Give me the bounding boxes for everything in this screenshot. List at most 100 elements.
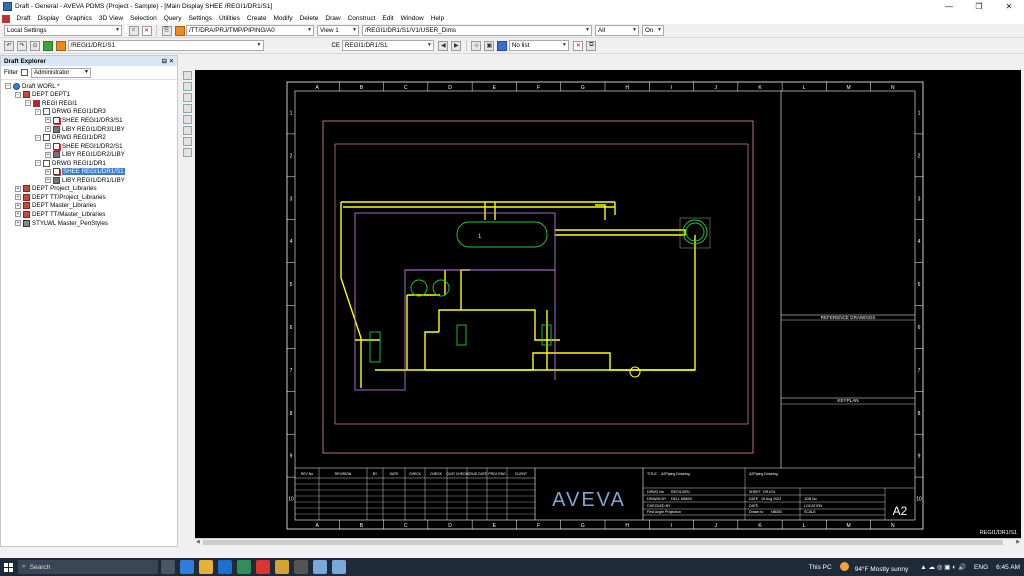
collapse-icon[interactable]: − [25, 100, 31, 107]
grid-icon[interactable] [183, 104, 192, 113]
layer-icon[interactable] [183, 115, 192, 124]
edge-icon[interactable] [179, 560, 194, 574]
menu-graphics[interactable]: Graphics [62, 15, 95, 22]
scroll-left-icon[interactable]: ◀ [196, 539, 200, 545]
dims-combo[interactable]: /REGI1/DR1/S1/V1/USER_Dims ▼ [362, 25, 592, 36]
arrow-right-icon[interactable]: ▶ [451, 40, 462, 51]
menu-settings[interactable]: Settings [185, 15, 216, 22]
aveva-app-icon[interactable] [312, 560, 327, 574]
chrome-icon[interactable] [274, 560, 289, 574]
tree-item[interactable]: − REGI REGI1 [1, 99, 177, 108]
settings-combo[interactable]: Local Settings ▼ [4, 25, 122, 36]
folder-icon[interactable] [174, 25, 185, 36]
filter-checkbox[interactable] [21, 69, 28, 76]
menu-edit[interactable]: Edit [379, 15, 397, 22]
view-combo[interactable]: View 1 ▼ [317, 25, 359, 36]
tree-item[interactable]: + DEPT TT/Project_Libraries [1, 193, 177, 202]
layer-hide-icon[interactable] [183, 148, 192, 157]
redo-icon[interactable]: ↷ [17, 40, 27, 51]
menu-create[interactable]: Create [243, 15, 270, 22]
menu-modify[interactable]: Modify [270, 15, 296, 22]
expand-icon[interactable]: + [45, 151, 51, 158]
path-combo[interactable]: /TT/DRA/PRJ/TMP/PIPING/A0 ▼ [186, 25, 314, 36]
collapse-icon[interactable]: − [35, 160, 41, 167]
mail-icon[interactable] [217, 560, 232, 574]
goto-icon[interactable]: ⊙ [30, 40, 40, 51]
menu-selection[interactable]: Selection [127, 15, 161, 22]
list-tools-icon[interactable]: ⧉ [586, 40, 597, 51]
on-combo[interactable]: On ▼ [642, 25, 664, 36]
tree-item[interactable]: − DEPT DEPT1 [1, 91, 177, 100]
tray-icons[interactable]: ▲ ☁ ◎ ▣ ◐ 🔊 [920, 563, 966, 571]
start-button[interactable] [0, 558, 16, 576]
tree-item[interactable]: + STYLWL Master_PenStyles [1, 219, 177, 228]
tree-item[interactable]: + SHEE REGI1/DR3/S1 [1, 116, 177, 125]
clock[interactable]: 6:45 AM [996, 564, 1020, 571]
collapse-icon[interactable]: − [35, 134, 41, 141]
green-square-icon[interactable] [43, 40, 53, 51]
expand-icon[interactable]: + [15, 185, 21, 192]
list-combo[interactable]: No list ▼ [508, 40, 569, 51]
tree-item[interactable]: + DEPT Master_Libraries [1, 202, 177, 211]
copy-icon[interactable]: ⎘ [161, 25, 172, 36]
menu-display[interactable]: Display [34, 15, 62, 22]
tree-item[interactable]: + SHEE REGI1/DR2/S1 [1, 142, 177, 151]
terminal-icon[interactable] [293, 560, 308, 574]
layer-up-icon[interactable] [183, 126, 192, 135]
expand-icon[interactable]: + [15, 194, 21, 201]
filter-combo[interactable]: Administrator ▼ [31, 67, 91, 78]
menu-construct[interactable]: Construct [344, 15, 379, 22]
layer-down-icon[interactable] [183, 137, 192, 146]
expand-icon[interactable]: + [45, 117, 51, 124]
current-element-combo[interactable]: /REGI1/DR1/S1 ▼ [67, 40, 264, 51]
tree-item[interactable]: − DRWG REGI1/DR3 [1, 108, 177, 117]
binoculars-icon[interactable]: ⌕ [128, 25, 139, 36]
tree-item[interactable]: − DRWG REGI1/DR2 [1, 133, 177, 142]
expand-icon[interactable]: + [45, 143, 51, 150]
menu-draft[interactable]: Draft [13, 15, 34, 22]
orange-square-icon[interactable] [56, 40, 66, 51]
tree-item[interactable]: + LIBY REGI1/DR2/LIBY [1, 150, 177, 159]
menu-window[interactable]: Window [397, 15, 427, 22]
menu-query[interactable]: Query [160, 15, 185, 22]
menu-delete[interactable]: Delete [296, 15, 322, 22]
explorer-pin-close[interactable]: ⊟ ✕ [162, 58, 174, 65]
this-pc-label[interactable]: This PC [809, 564, 832, 571]
horizontal-scrollbar[interactable]: ◀ ▶ [195, 538, 1021, 546]
arrow-left-icon[interactable]: ◀ [438, 40, 449, 51]
save-icon[interactable]: ▣ [484, 40, 495, 51]
weather-widget[interactable]: 94°F Mostly sunny [839, 561, 913, 573]
delete-list-icon[interactable]: ✕ [573, 40, 584, 51]
task-view-icon[interactable] [160, 560, 175, 574]
delete-icon[interactable]: ✕ [141, 25, 152, 36]
menu-3d-view[interactable]: 3D View [95, 15, 126, 22]
expand-icon[interactable]: + [45, 126, 51, 132]
pin-icon[interactable]: ⊹ [471, 40, 482, 51]
scroll-right-icon[interactable]: ▶ [1016, 539, 1020, 545]
pointer-icon[interactable] [183, 71, 192, 80]
grid-icon[interactable] [497, 40, 508, 51]
collapse-icon[interactable]: − [15, 91, 21, 98]
undo-icon[interactable]: ↶ [4, 40, 14, 51]
expand-icon[interactable]: + [15, 220, 21, 227]
tree-item[interactable]: + DEPT Project_Libraries [1, 185, 177, 194]
expand-icon[interactable]: + [45, 177, 51, 184]
app-icon[interactable] [236, 560, 251, 574]
collapse-icon[interactable]: − [5, 83, 11, 90]
menu-help[interactable]: Help [427, 15, 447, 22]
zoom-icon[interactable] [183, 93, 192, 102]
tree-item[interactable]: + DEPT TT/Master_Libraries [1, 210, 177, 219]
pdf-icon[interactable] [255, 560, 270, 574]
maximize-button[interactable]: ❐ [964, 0, 994, 13]
minimize-button[interactable]: — [934, 0, 964, 13]
expand-icon[interactable]: + [15, 202, 21, 209]
tree-item[interactable]: − DRWG REGI1/DR1 [1, 159, 177, 168]
tree-item[interactable]: − Draft WORL * [1, 82, 177, 91]
taskbar-search[interactable]: ⌕ Search [18, 560, 158, 574]
aveva-app-2-icon[interactable] [331, 560, 346, 574]
menu-utilities[interactable]: Utilities [215, 15, 243, 22]
menu-draw[interactable]: Draw [322, 15, 344, 22]
tree-item[interactable]: + LIBY REGI1/DR1/LIBY [1, 176, 177, 185]
expand-icon[interactable]: + [15, 211, 21, 218]
collapse-icon[interactable]: − [35, 108, 41, 115]
